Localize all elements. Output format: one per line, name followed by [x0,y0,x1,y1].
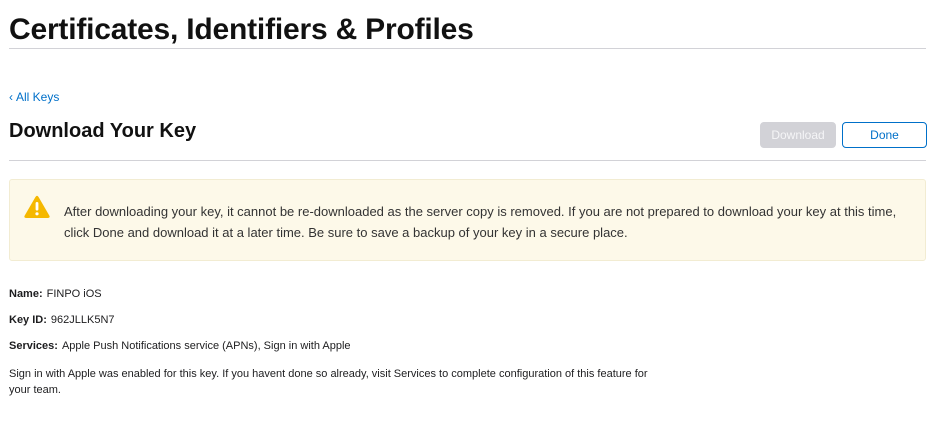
key-id-value: 962JLLK5N7 [50,314,115,326]
page-title: Certificates, Identifiers & Profiles [9,13,474,46]
download-button[interactable]: Download [760,122,836,148]
key-name-label: Name: [9,288,43,300]
services-value: Apple Push Notifications service (APNs),… [61,340,351,352]
configuration-note: Sign in with Apple was enabled for this … [9,368,648,396]
key-id-label: Key ID: [9,314,47,326]
key-id-row: Key ID: 962JLLK5N7 [9,314,115,326]
chevron-left-icon: ‹ [9,90,13,104]
done-button[interactable]: Done [842,122,927,148]
services-row: Services: Apple Push Notifications servic… [9,340,351,352]
key-name-value: FINPO iOS [46,288,102,300]
warning-triangle-icon [24,195,50,218]
key-name-row: Name: FINPO iOS [9,288,102,300]
title-divider [9,48,926,49]
warning-banner: After downloading your key, it cannot be… [9,179,926,261]
all-keys-label: All Keys [16,90,60,104]
section-divider [9,160,926,161]
all-keys-link[interactable]: ‹ All Keys [9,90,59,104]
warning-message: After downloading your key, it cannot be… [64,204,897,240]
section-title: Download Your Key [9,120,197,142]
services-label: Services: [9,340,58,352]
